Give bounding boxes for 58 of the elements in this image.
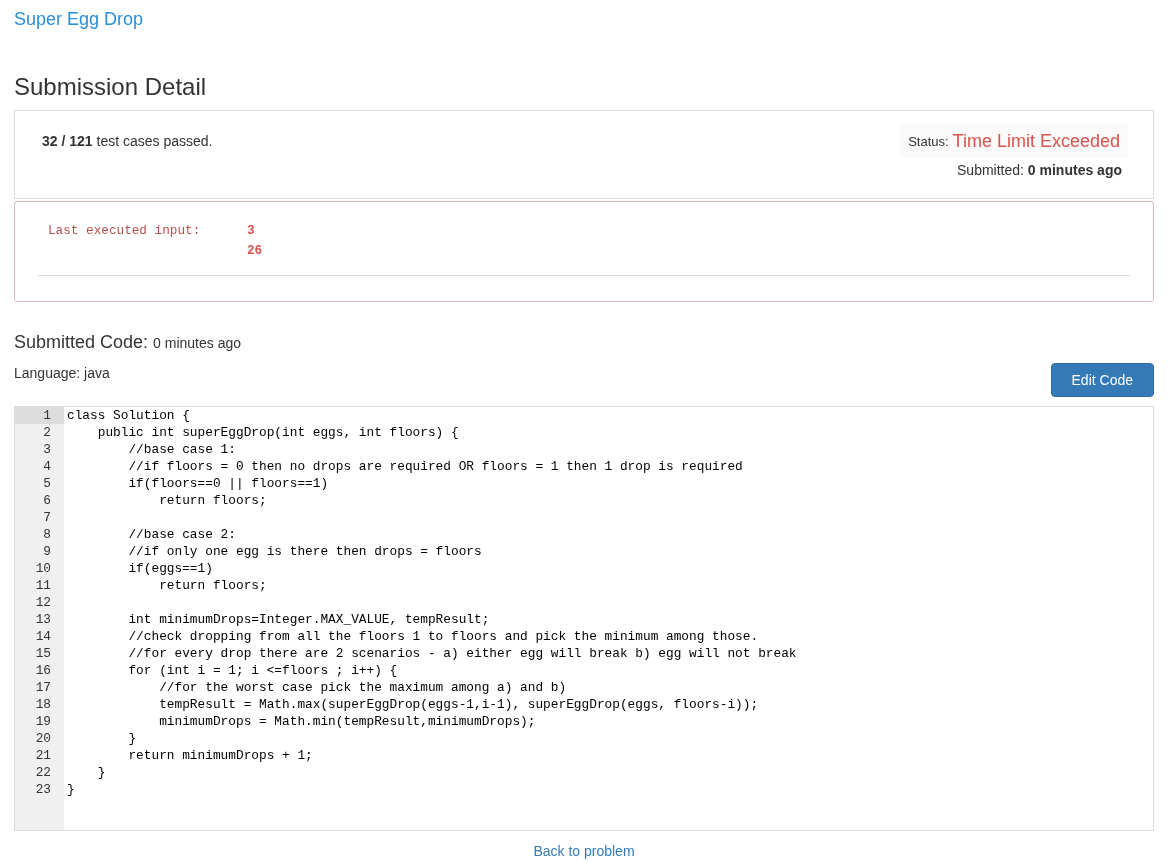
line-number: 16 [34, 662, 52, 679]
code-line: //if floors = 0 then no drops are required OR floors = 1 then 1 drop is required [127, 458, 743, 475]
line-number: 5 [42, 475, 52, 492]
code-line: //check dropping from all the floors 1 to floors and pick the minimum among those. [127, 628, 759, 645]
code-line: for (int i = 1; i <=floors ; i++) { [127, 662, 398, 679]
line-number: 20 [34, 730, 52, 747]
language-label: Language: java [14, 364, 110, 383]
line-number: 7 [42, 509, 52, 526]
input-value: 26 [247, 242, 263, 260]
line-number: 10 [34, 560, 52, 577]
code-line: } [67, 781, 75, 798]
line-number: 19 [34, 713, 52, 730]
line-number: 23 [34, 781, 52, 798]
line-number: 17 [34, 679, 52, 696]
line-number: 4 [42, 458, 52, 475]
code-line: } [127, 730, 137, 747]
code-line: } [96, 764, 106, 781]
line-number: 18 [34, 696, 52, 713]
submitted-time-text: Submitted: 0 minutes ago [957, 161, 1122, 180]
code-line: //base case 1: [127, 441, 236, 458]
status-label: Status: [908, 133, 949, 149]
line-number: 2 [42, 424, 52, 441]
code-line: //base case 2: [127, 526, 236, 543]
code-line: tempResult = Math.max(superEggDrop(eggs-1,i-1), superEggDrop(eggs, floors-i)); [158, 696, 759, 713]
code-line: int minimumDrops=Integer.MAX_VALUE, tempResult; [127, 611, 490, 628]
code-line: return floors; [158, 577, 267, 594]
edit-code-button[interactable]: Edit Code [1050, 363, 1154, 397]
line-number: 1 [15, 407, 64, 424]
line-number: 15 [34, 645, 52, 662]
line-number: 3 [42, 441, 52, 458]
problem-link[interactable]: Super Egg Drop [14, 9, 144, 29]
line-number: 13 [34, 611, 52, 628]
submitted-time: 0 minutes ago [153, 334, 242, 353]
code-line: if(floors==0 || floors==1) [127, 475, 329, 492]
code-line: return minimumDrops + 1; [127, 747, 313, 764]
line-number: 12 [34, 594, 52, 611]
line-number: 9 [42, 543, 52, 560]
input-value: 3 [247, 222, 255, 240]
page-title: Submission Detail [14, 72, 208, 102]
code-line: //for every drop there are 2 scenarios - a) either egg will break b) egg will not break [127, 645, 797, 662]
line-number: 8 [42, 526, 52, 543]
line-number: 22 [34, 764, 52, 781]
code-line: return floors; [158, 492, 267, 509]
code-line: public int superEggDrop(int eggs, int floors) { [96, 424, 459, 441]
line-number: 6 [42, 492, 52, 509]
line-number: 21 [34, 747, 52, 764]
back-to-problem-link[interactable]: Back to problem [533, 843, 635, 859]
code-line: if(eggs==1) [127, 560, 213, 577]
line-number: 14 [34, 628, 52, 645]
input-label: Last executed input: [48, 222, 202, 240]
code-line: //if only one egg is there then drops = floors [127, 543, 482, 560]
code-line: minimumDrops = Math.min(tempResult,minimumDrops); [158, 713, 536, 730]
code-line: class Solution { [67, 407, 190, 424]
line-number: 11 [34, 577, 52, 594]
code-line: //for the worst case pick the maximum among a) and b) [158, 679, 567, 696]
summary-text: 32 / 121 test cases passed. [42, 132, 213, 151]
status-text: Time Limit Exceeded [952, 130, 1120, 152]
submitted-code-heading: Submitted Code: [14, 331, 149, 353]
